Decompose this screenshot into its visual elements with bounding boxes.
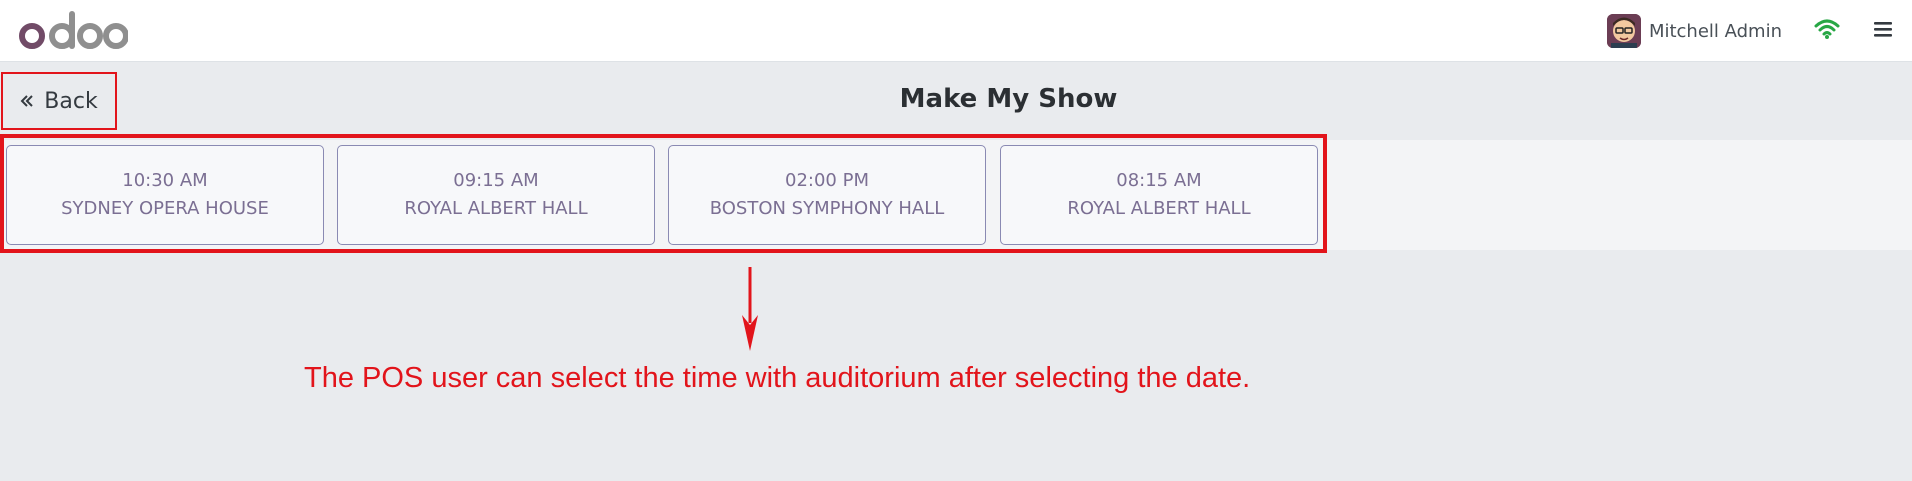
slot-time: 02:00 PM bbox=[785, 170, 869, 191]
showtime-slot-1[interactable]: 10:30 AM SYDNEY OPERA HOUSE bbox=[6, 145, 324, 245]
page-title: Make My Show bbox=[899, 84, 1118, 114]
slot-venue: ROYAL ALBERT HALL bbox=[404, 198, 588, 219]
odoo-logo[interactable]: odoo bbox=[18, 8, 128, 52]
user-name: Mitchell Admin bbox=[1648, 20, 1782, 42]
slot-venue: SYDNEY OPERA HOUSE bbox=[61, 198, 269, 219]
annotation-arrow-icon bbox=[742, 267, 758, 351]
annotation-note: The POS user can select the time with au… bbox=[304, 362, 1251, 394]
slot-time: 08:15 AM bbox=[1116, 170, 1202, 191]
showtime-slot-3[interactable]: 02:00 PM BOSTON SYMPHONY HALL bbox=[668, 145, 986, 245]
showtime-slot-4[interactable]: 08:15 AM ROYAL ALBERT HALL bbox=[1000, 145, 1318, 245]
hamburger-menu-icon[interactable] bbox=[1872, 18, 1894, 40]
slot-venue: BOSTON SYMPHONY HALL bbox=[709, 198, 945, 219]
top-navbar: odoo Mitchell Admin bbox=[0, 0, 1912, 62]
control-bar: Back Make My Show bbox=[0, 62, 1912, 140]
slot-venue: ROYAL ALBERT HALL bbox=[1067, 198, 1251, 219]
showtime-slot-2[interactable]: 09:15 AM ROYAL ALBERT HALL bbox=[337, 145, 655, 245]
wifi-icon[interactable] bbox=[1814, 18, 1840, 40]
avatar bbox=[1606, 14, 1641, 48]
user-avatar-icon bbox=[1606, 14, 1641, 48]
slot-time: 09:15 AM bbox=[453, 170, 539, 191]
slot-time: 10:30 AM bbox=[122, 170, 208, 191]
user-menu[interactable]: Mitchell Admin bbox=[1606, 14, 1782, 48]
